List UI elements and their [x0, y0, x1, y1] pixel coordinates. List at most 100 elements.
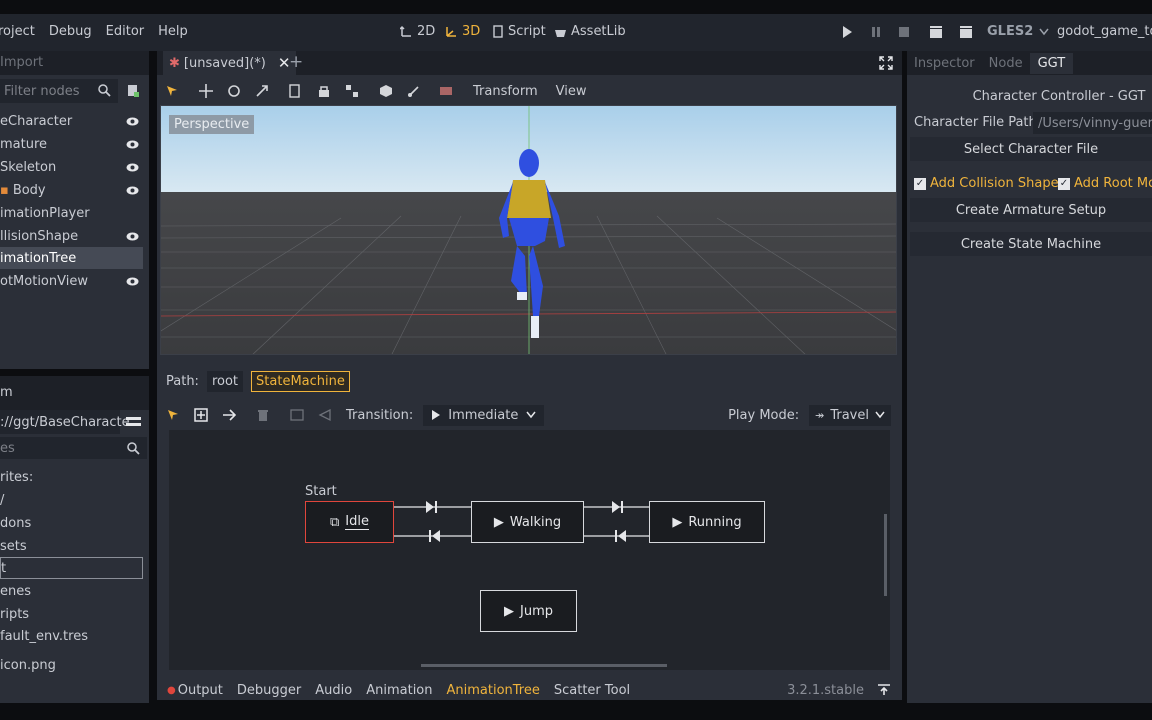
connect-nodes-icon[interactable] — [222, 408, 236, 422]
transition-select[interactable]: Immediate — [423, 404, 545, 426]
play-icon[interactable] — [842, 26, 853, 38]
expand-panel-icon[interactable] — [878, 684, 890, 696]
lock-icon[interactable] — [317, 84, 331, 98]
local-space-icon[interactable] — [379, 84, 393, 98]
tree-node[interactable]: ▪ Body — [0, 179, 147, 201]
mode-2d-button[interactable]: 2D — [400, 24, 435, 39]
playmode-select[interactable]: ↠ Travel — [809, 404, 891, 426]
scatter-tool-tab[interactable]: Scatter Tool — [554, 683, 630, 698]
folder-item[interactable]: dons — [0, 512, 31, 534]
tree-node[interactable]: llisionShape — [0, 225, 147, 247]
end-state-icon[interactable] — [318, 408, 332, 422]
path-crumb-root[interactable]: root — [206, 370, 244, 392]
select-tool-icon[interactable] — [165, 84, 179, 98]
add-root-motion-checkbox[interactable]: ✓ Add Root Mo — [1058, 176, 1152, 191]
preview-camera-icon[interactable] — [439, 84, 453, 98]
snap-icon[interactable] — [407, 84, 421, 98]
renderer-select[interactable]: GLES2 — [987, 24, 1049, 39]
visibility-eye-icon[interactable] — [126, 115, 139, 128]
filesystem-dock: m ://ggt/BaseCharacte es rites: / dons s… — [0, 376, 149, 703]
pause-icon[interactable] — [871, 26, 881, 38]
tree-node[interactable]: otMotionView — [0, 270, 147, 292]
list-select-icon[interactable] — [289, 84, 303, 98]
debugger-tab[interactable]: Debugger — [237, 683, 301, 698]
folder-item[interactable]: sets — [0, 535, 27, 557]
perspective-menu[interactable]: Perspective — [169, 115, 255, 134]
animation-tab[interactable]: Animation — [366, 683, 432, 698]
state-node-jump[interactable]: ▶ Jump — [480, 590, 577, 632]
menu-project[interactable]: roject — [0, 24, 35, 39]
checkbox-checked-icon: ✓ — [914, 177, 926, 190]
add-tab-icon[interactable]: + — [289, 52, 303, 72]
script-filter-icon[interactable] — [126, 84, 140, 98]
mode-script-button[interactable]: Script — [492, 24, 546, 39]
create-armature-button[interactable]: Create Armature Setup — [910, 198, 1152, 222]
visibility-eye-icon[interactable] — [126, 184, 139, 197]
node-tab[interactable]: Node — [982, 56, 1030, 71]
folder-item[interactable]: ripts — [0, 603, 29, 625]
3d-viewport[interactable]: Perspective — [160, 105, 897, 355]
menu-editor[interactable]: Editor — [106, 24, 144, 39]
visibility-eye-icon[interactable] — [126, 161, 139, 174]
tree-node[interactable]: eCharacter — [0, 110, 147, 132]
folder-item[interactable]: / — [0, 489, 4, 511]
transform-menu[interactable]: Transform — [473, 84, 538, 99]
mode-assetlib-button[interactable]: AssetLib — [554, 24, 626, 39]
create-state-machine-button[interactable]: Create State Machine — [910, 232, 1152, 256]
visibility-eye-icon[interactable] — [126, 138, 139, 151]
tree-node-selected[interactable]: imationTree — [0, 247, 143, 269]
scene-root-icon: ✱ — [169, 55, 180, 71]
play-custom-scene-icon[interactable] — [959, 26, 973, 39]
folder-item-selected[interactable]: t — [0, 557, 143, 579]
select-character-file-button[interactable]: Select Character File — [910, 137, 1152, 161]
rotate-tool-icon[interactable] — [227, 84, 241, 98]
list-view-icon[interactable] — [126, 416, 141, 429]
output-tab[interactable]: ● Output — [167, 683, 223, 698]
import-tab[interactable]: Import — [0, 55, 43, 70]
tree-node[interactable]: Skeleton — [0, 156, 147, 178]
distraction-free-icon[interactable] — [879, 56, 893, 70]
create-node-icon[interactable] — [194, 408, 208, 422]
audio-tab[interactable]: Audio — [315, 683, 352, 698]
horizontal-scrollbar[interactable] — [421, 664, 667, 667]
playmode-label: Play Mode: — [728, 407, 800, 423]
vertical-scrollbar[interactable] — [884, 514, 887, 596]
move-tool-icon[interactable] — [199, 84, 213, 98]
delete-icon[interactable] — [256, 408, 270, 422]
scene-tab[interactable]: ✱ [unsaved](*) ✕ — [163, 51, 297, 75]
view-menu[interactable]: View — [556, 84, 587, 99]
path-crumb-statemachine[interactable]: StateMachine — [251, 370, 350, 392]
stop-icon[interactable] — [899, 27, 909, 37]
ggt-tab[interactable]: GGT — [1029, 52, 1074, 74]
filesystem-search-input[interactable]: es — [0, 437, 147, 459]
select-state-icon[interactable] — [166, 408, 180, 422]
visibility-eye-icon[interactable] — [126, 230, 139, 243]
state-node-walking[interactable]: ▶ Walking — [471, 501, 584, 543]
animationtree-tab[interactable]: AnimationTree — [447, 683, 540, 698]
right-dock-tabbar: Inspector Node GGT — [907, 51, 1152, 75]
file-path-field[interactable]: /Users/vinny-guerre — [1033, 112, 1152, 134]
search-icon — [98, 84, 111, 97]
menu-help[interactable]: Help — [158, 24, 188, 39]
scale-tool-icon[interactable] — [255, 84, 269, 98]
filesystem-path-input[interactable]: ://ggt/BaseCharacte — [0, 410, 130, 434]
file-item[interactable]: icon.png — [0, 654, 56, 676]
mode-3d-button[interactable]: 3D — [445, 24, 480, 39]
add-collision-checkbox[interactable]: ✓ Add Collision Shape — [914, 176, 1059, 191]
menu-debug[interactable]: Debug — [49, 24, 92, 39]
inspector-tab[interactable]: Inspector — [907, 56, 982, 71]
viewport-scene[interactable] — [161, 106, 897, 355]
tree-node[interactable]: mature — [0, 133, 147, 155]
autoplay-icon[interactable] — [290, 408, 304, 422]
state-graph[interactable]: Start ⧉ Idle ▶ Walking ▶ Running ▶ Jump — [169, 430, 890, 670]
tree-node[interactable]: imationPlayer — [0, 202, 147, 224]
play-scene-icon[interactable] — [929, 26, 943, 39]
state-node-idle[interactable]: ⧉ Idle — [305, 501, 394, 543]
path-bar: Path: root StateMachine — [166, 370, 350, 392]
state-node-running[interactable]: ▶ Running — [649, 501, 765, 543]
group-icon[interactable] — [345, 84, 359, 98]
file-item[interactable]: fault_env.tres — [0, 625, 88, 647]
filesystem-tab[interactable]: m — [0, 385, 13, 400]
visibility-eye-icon[interactable] — [126, 275, 139, 288]
folder-item[interactable]: enes — [0, 580, 31, 602]
